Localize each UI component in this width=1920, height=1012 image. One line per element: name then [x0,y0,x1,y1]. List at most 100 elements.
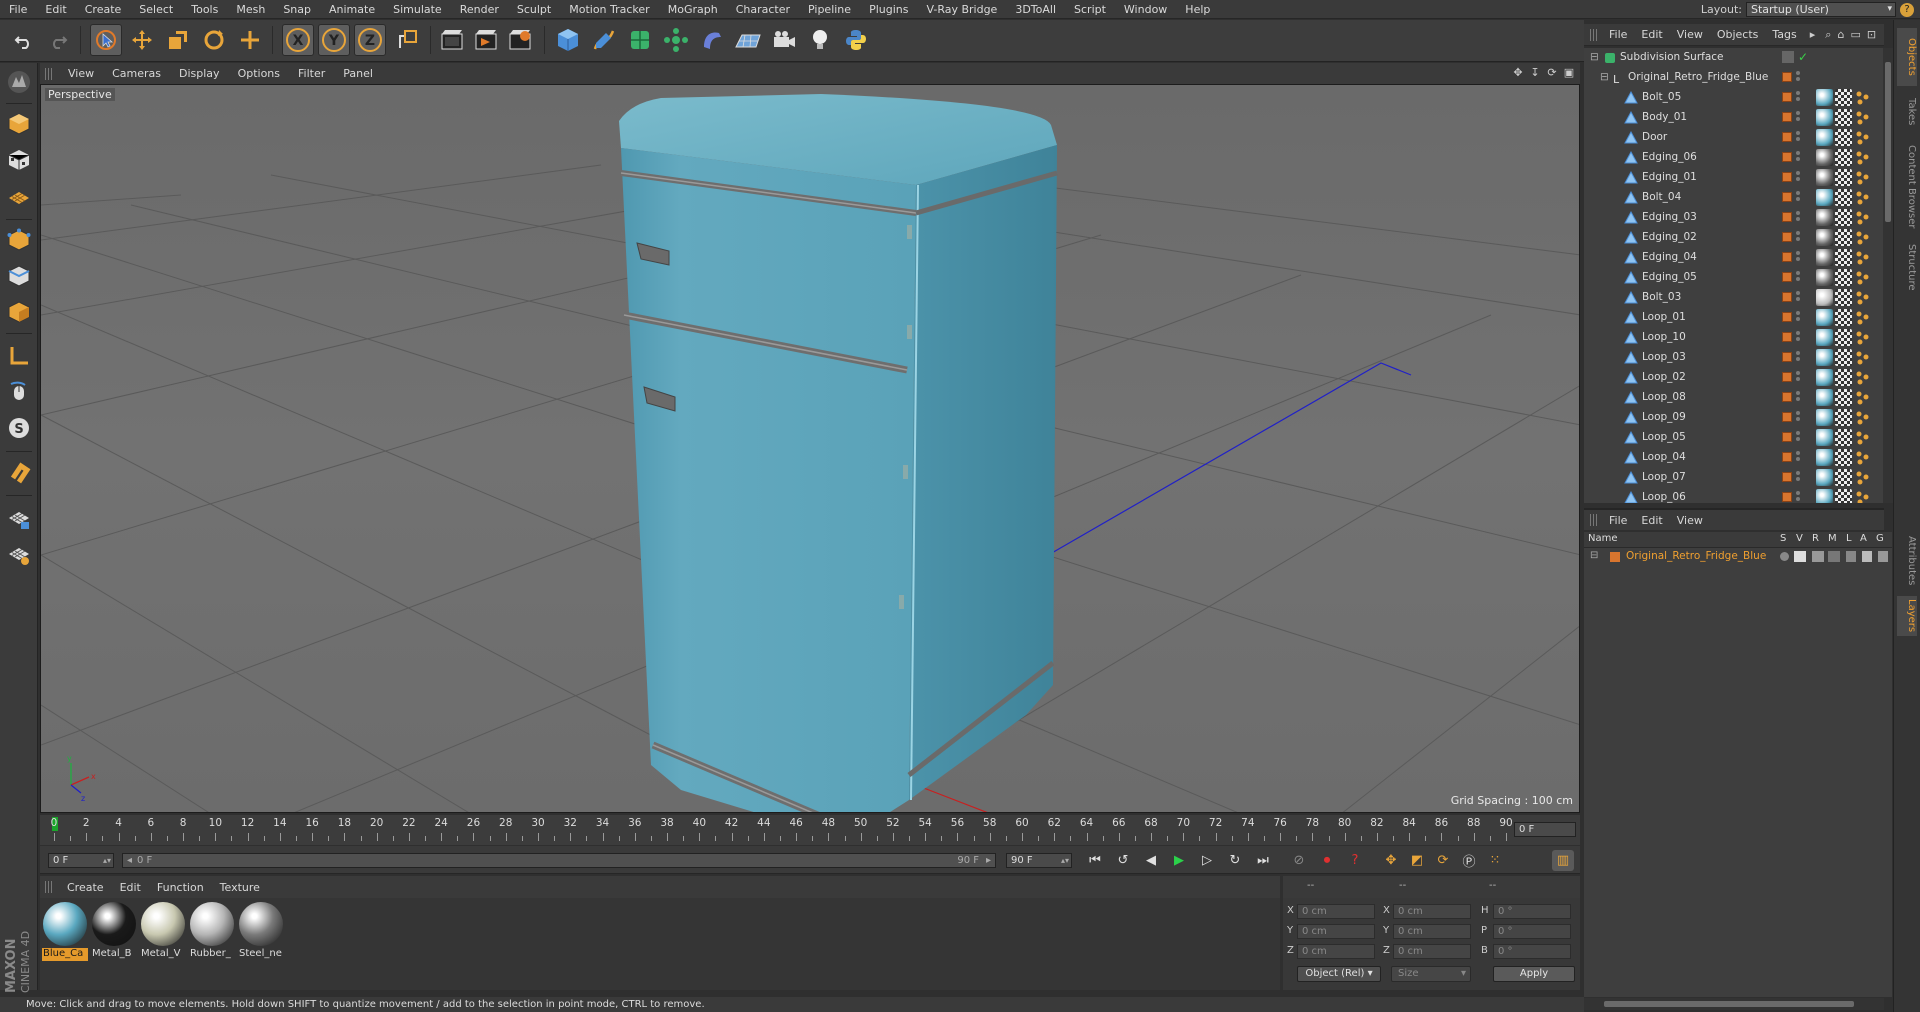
layer-color-icon[interactable] [1782,152,1792,162]
scroll-thumb[interactable] [1885,62,1891,222]
previous-frame-icon[interactable]: ◀ [1140,850,1162,871]
uvw-tag-icon[interactable] [1835,109,1852,126]
object-row[interactable]: Body_01 [1584,108,1884,128]
material-tag-icon[interactable] [1816,169,1833,186]
previous-key-icon[interactable]: ↺ [1112,850,1134,871]
uvw-tag-icon[interactable] [1835,389,1852,406]
key-rotation-icon[interactable]: ⟳ [1432,850,1454,871]
menu-file[interactable]: File [0,0,36,19]
phong-tag-icon[interactable] [1854,249,1871,266]
object-menu-objects[interactable]: Objects [1710,28,1766,41]
phong-tag-icon[interactable] [1854,89,1871,106]
phong-tag-icon[interactable] [1854,109,1871,126]
rotate-icon[interactable] [198,24,230,56]
light-icon[interactable] [804,24,836,56]
viewport-menu-options[interactable]: Options [229,67,289,80]
layer-color-icon[interactable] [1782,112,1792,122]
visibility-dots-icon[interactable] [1796,351,1800,365]
layer-color-icon[interactable] [1782,372,1792,382]
cube-icon[interactable] [552,24,584,56]
menu-select[interactable]: Select [130,0,182,19]
layer-menu-file[interactable]: File [1602,514,1634,527]
tab-objects[interactable]: Objects [1897,28,1917,86]
layer-color-icon[interactable] [1782,252,1792,262]
viewport-menu-cameras[interactable]: Cameras [103,67,170,80]
layer-color-icon[interactable] [1782,72,1792,82]
points-mode-icon[interactable] [4,225,34,255]
x-axis-icon[interactable]: X [282,24,314,56]
layer-menu-edit[interactable]: Edit [1634,514,1669,527]
material-menu-texture[interactable]: Texture [212,881,268,894]
object-row[interactable]: Bolt_05 [1584,88,1884,108]
object-row-root[interactable]: ⊟ Subdivision Surface ✓ [1584,48,1884,68]
object-row[interactable]: Edging_04 [1584,248,1884,268]
uvw-tag-icon[interactable] [1835,429,1852,446]
fridge-model[interactable] [619,94,1058,813]
position-y-field[interactable]: 0 cm [1297,924,1375,939]
render-view-icon[interactable] [436,24,468,56]
enabled-check-icon[interactable]: ✓ [1798,50,1808,64]
object-scrollbar[interactable] [1883,48,1893,503]
material-menu-function[interactable]: Function [149,881,212,894]
layer-manager-icon[interactable] [1828,551,1840,562]
material-swatch[interactable]: Blue_Ca [42,902,88,961]
uvw-tag-icon[interactable] [1835,309,1852,326]
object-row[interactable]: Loop_08 [1584,388,1884,408]
object-row[interactable]: Loop_06 [1584,488,1884,503]
autokey-icon[interactable]: ⏺ [1316,850,1338,871]
menu-help[interactable]: Help [1176,0,1219,19]
lock-workplane-icon[interactable] [4,503,34,533]
object-row[interactable]: Loop_04 [1584,448,1884,468]
layer-color-icon[interactable] [1782,132,1792,142]
key-parameter-icon[interactable]: Ⓟ [1458,850,1480,871]
live-selection-icon[interactable] [90,24,122,56]
subdivision-icon[interactable] [624,24,656,56]
world-coordinates-icon[interactable] [392,24,424,56]
new-view-icon[interactable]: ▭ [1850,28,1860,41]
uvw-tag-icon[interactable] [1835,369,1852,386]
object-row[interactable]: Loop_03 [1584,348,1884,368]
material-swatch[interactable]: Metal_B [91,902,137,961]
phong-tag-icon[interactable] [1854,229,1871,246]
last-tool-icon[interactable] [234,24,266,56]
layer-color-icon[interactable] [1782,472,1792,482]
key-position-icon[interactable]: ✥ [1380,850,1402,871]
edges-mode-icon[interactable] [4,261,34,291]
material-tag-icon[interactable] [1816,89,1833,106]
uvw-tag-icon[interactable] [1835,489,1852,503]
visibility-dots-icon[interactable] [1796,291,1800,305]
material-tag-icon[interactable] [1816,389,1833,406]
visibility-dots-icon[interactable] [1796,211,1800,225]
visibility-dots-icon[interactable] [1796,191,1800,205]
floor-icon[interactable] [732,24,764,56]
menu-script[interactable]: Script [1065,0,1115,19]
layer-color-icon[interactable] [1782,172,1792,182]
snapping-icon[interactable]: S [4,413,34,443]
layer-color-icon[interactable] [1782,292,1792,302]
tab-attributes[interactable]: Attributes [1897,530,1917,592]
rotation-h-field[interactable]: 0 ° [1493,904,1571,919]
object-row[interactable]: Bolt_04 [1584,188,1884,208]
undo-icon[interactable] [8,24,40,56]
polygons-mode-icon[interactable] [4,297,34,327]
menu-vray-bridge[interactable]: V-Ray Bridge [917,0,1006,19]
visibility-dots-icon[interactable] [1796,451,1800,465]
material-tag-icon[interactable] [1816,309,1833,326]
position-z-field[interactable]: 0 cm [1297,944,1375,959]
model-mode-icon[interactable] [4,109,34,139]
material-tag-icon[interactable] [1816,129,1833,146]
position-x-field[interactable]: 0 cm [1297,904,1375,919]
collapse-toggle-icon[interactable]: ⊟ [1600,71,1609,83]
home-icon[interactable]: ⌂ [1837,28,1844,41]
visibility-dots-icon[interactable] [1796,151,1800,165]
material-tag-icon[interactable] [1816,209,1833,226]
visibility-dots-icon[interactable] [1796,371,1800,385]
rotation-b-field[interactable]: 0 ° [1493,944,1571,959]
deformer-icon[interactable] [696,24,728,56]
material-tag-icon[interactable] [1816,149,1833,166]
layer-color-icon[interactable] [1782,272,1792,282]
size-z-field[interactable]: 0 cm [1393,944,1471,959]
keyframe-selection-icon[interactable]: ? [1344,850,1366,871]
uvw-tag-icon[interactable] [1835,89,1852,106]
render-settings-icon[interactable] [504,24,536,56]
